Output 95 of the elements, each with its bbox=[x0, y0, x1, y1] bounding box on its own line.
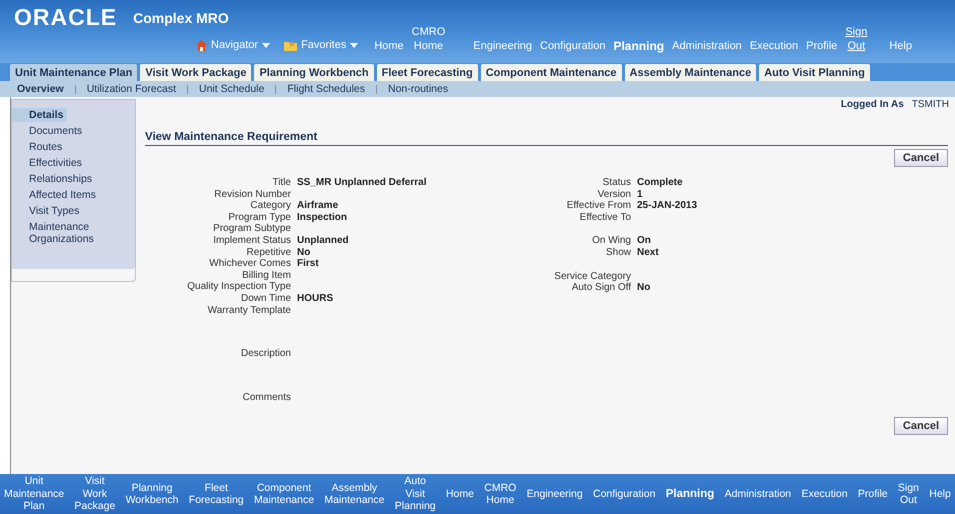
field-label: Title bbox=[271, 177, 291, 189]
tab[interactable]: Auto Visit Planning bbox=[759, 64, 870, 81]
field-label: Service Category bbox=[553, 270, 631, 282]
caret-icon bbox=[262, 42, 270, 48]
field-label: Down Time bbox=[240, 292, 291, 305]
footer-link[interactable]: Auto Visit Planning bbox=[394, 475, 436, 513]
subtab[interactable]: Flight Schedules bbox=[287, 83, 365, 95]
field-value: SS_MR Unplanned Deferral bbox=[297, 177, 426, 189]
subtab[interactable]: Utilization Forecast bbox=[86, 83, 176, 95]
field-value: On bbox=[637, 235, 651, 247]
footer-link[interactable]: Planning bbox=[666, 488, 714, 500]
footer-link[interactable]: Planning Workbench bbox=[126, 482, 178, 506]
field-label: Category bbox=[249, 200, 291, 212]
side-nav-item[interactable]: Documents bbox=[12, 124, 135, 138]
tab[interactable]: Unit Maintenance Plan bbox=[10, 64, 138, 81]
field-label: Warranty Template bbox=[206, 304, 291, 316]
field-value: Complete bbox=[637, 177, 683, 189]
nav-link[interactable]: Help bbox=[887, 39, 914, 53]
footer-link[interactable]: Configuration bbox=[592, 488, 656, 500]
field-label: Show bbox=[604, 246, 631, 259]
field-label: Quality Inspection Type bbox=[186, 281, 291, 293]
cancel-button[interactable]: Cancel bbox=[894, 149, 948, 167]
footer-link[interactable]: Administration bbox=[724, 488, 792, 500]
subtab[interactable]: Overview bbox=[17, 83, 64, 95]
field-label: Version bbox=[596, 188, 631, 200]
field-value: 1 bbox=[637, 188, 643, 200]
side-nav-item[interactable]: Effectivities bbox=[12, 156, 135, 170]
side-nav-item[interactable]: Affected Items bbox=[12, 188, 135, 202]
field-label: Status bbox=[602, 177, 631, 189]
logo: ORACLE bbox=[14, 4, 118, 31]
nav-link[interactable]: Execution bbox=[748, 39, 800, 53]
footer-link[interactable]: CMRO Home bbox=[484, 482, 516, 506]
footer-link[interactable]: Unit Maintenance Plan bbox=[4, 475, 64, 513]
footer-link[interactable]: Execution bbox=[801, 488, 848, 500]
menu-dropdown[interactable]: Favorites bbox=[284, 39, 358, 53]
nav-link[interactable]: Planning bbox=[611, 39, 666, 53]
caret-icon bbox=[350, 42, 358, 48]
field-value: No bbox=[637, 282, 650, 294]
field-value: Unplanned bbox=[297, 234, 349, 247]
nav-link[interactable]: Administration bbox=[670, 39, 744, 53]
menu-dropdown[interactable]: Navigator bbox=[196, 39, 270, 53]
nav-link[interactable]: Engineering bbox=[471, 39, 534, 53]
footer-link[interactable]: Help bbox=[929, 488, 951, 500]
footer-link[interactable]: Component Maintenance bbox=[254, 482, 314, 506]
field-label: Effective From bbox=[566, 200, 631, 212]
field-value: 25-JAN-2013 bbox=[637, 200, 698, 212]
field-label: Effective To bbox=[578, 212, 631, 224]
field-label: On Wing bbox=[591, 235, 631, 247]
field-label: Revision Number bbox=[213, 188, 291, 200]
footer-link[interactable]: Assembly Maintenance bbox=[324, 482, 384, 506]
side-nav-item[interactable]: Details bbox=[12, 108, 68, 122]
footer-link[interactable]: Fleet Forecasting bbox=[188, 482, 244, 506]
field-label: Description bbox=[240, 348, 291, 360]
field-label: Auto Sign Off bbox=[570, 282, 631, 294]
footer-link[interactable]: Engineering bbox=[526, 488, 583, 500]
field-value: First bbox=[297, 258, 319, 270]
field-label: Repetitive bbox=[246, 246, 291, 258]
field-value: Airframe bbox=[297, 200, 338, 212]
page-title: View Maintenance Requirement bbox=[145, 131, 948, 146]
side-nav-item[interactable]: Maintenance Organizations bbox=[12, 220, 135, 246]
field-label: Whichever Comes bbox=[208, 258, 291, 270]
subtab[interactable]: Unit Schedule bbox=[198, 83, 264, 95]
tab[interactable]: Component Maintenance bbox=[480, 64, 622, 81]
field-label: Program Type bbox=[227, 212, 291, 224]
house-icon bbox=[196, 40, 207, 50]
field-label: Comments bbox=[242, 392, 291, 404]
folder-icon bbox=[284, 40, 298, 50]
subtab[interactable]: Non-routines bbox=[388, 83, 448, 95]
footer-link[interactable]: Sign Out bbox=[898, 482, 919, 506]
footer-link[interactable]: Home bbox=[446, 488, 474, 500]
tab[interactable]: Visit Work Package bbox=[140, 64, 252, 81]
nav-link[interactable]: Home bbox=[372, 39, 406, 53]
logged-in-label: Logged In As bbox=[840, 99, 904, 110]
field-value: HOURS bbox=[297, 292, 334, 305]
footer-link[interactable]: Profile bbox=[858, 488, 888, 500]
field-value: Next bbox=[637, 246, 659, 259]
field-label: Implement Status bbox=[212, 234, 291, 247]
side-nav-item[interactable]: Routes bbox=[12, 140, 135, 154]
user-name: TSMITH bbox=[912, 99, 949, 110]
nav-link[interactable]: Sign Out bbox=[843, 25, 870, 53]
field-label: Program Subtype bbox=[212, 223, 291, 235]
side-nav-item[interactable]: Relationships bbox=[12, 172, 135, 186]
cancel-button[interactable]: Cancel bbox=[894, 417, 948, 436]
nav-link[interactable]: Configuration bbox=[538, 39, 608, 53]
tab[interactable]: Assembly Maintenance bbox=[624, 64, 756, 81]
side-nav-item[interactable]: Visit Types bbox=[12, 204, 135, 218]
footer-link[interactable]: Visit Work Package bbox=[74, 475, 116, 513]
tab[interactable]: Fleet Forecasting bbox=[376, 64, 478, 81]
nav-link[interactable]: Profile bbox=[804, 39, 840, 53]
app-name: Complex MRO bbox=[133, 10, 229, 26]
field-value: No bbox=[297, 246, 310, 258]
field-label: Billing Item bbox=[241, 270, 291, 282]
tab[interactable]: Planning Workbench bbox=[254, 64, 374, 81]
nav-link[interactable]: CMRO Home bbox=[410, 25, 448, 53]
field-value: Inspection bbox=[297, 212, 348, 224]
